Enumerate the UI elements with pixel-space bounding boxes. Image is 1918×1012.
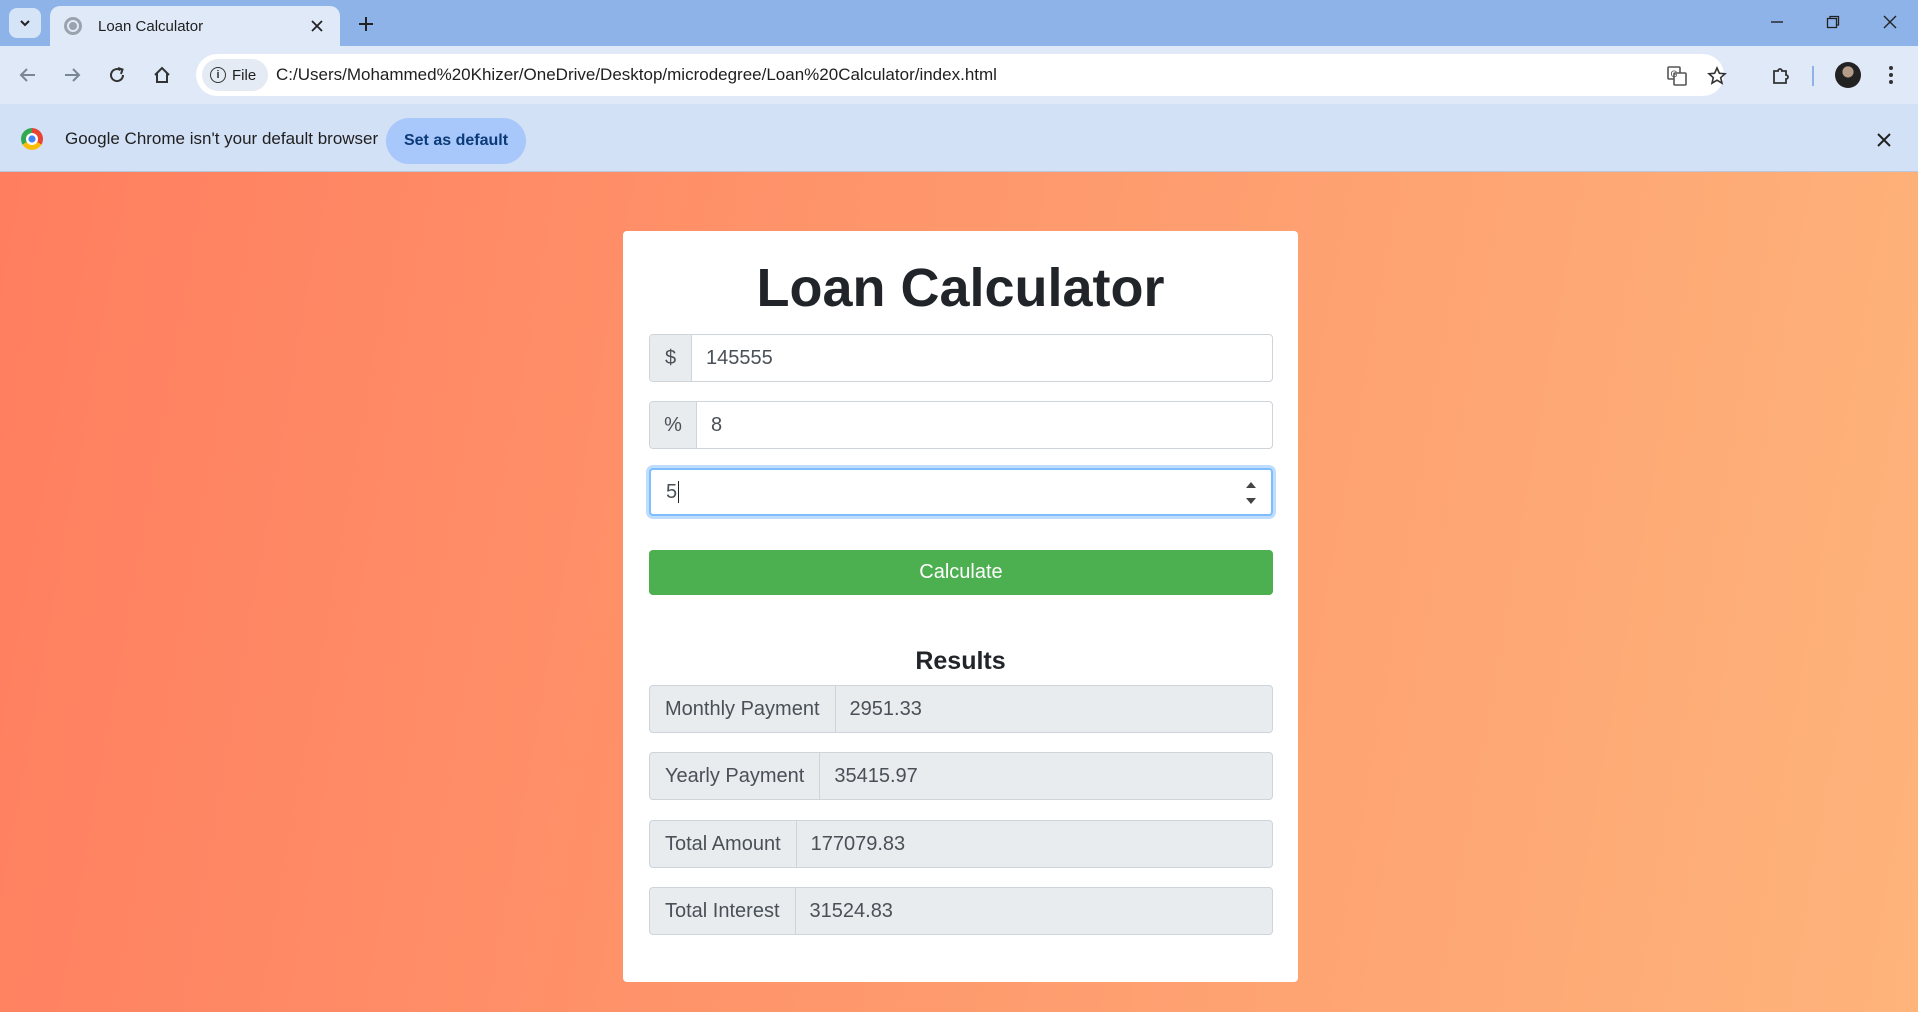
years-value: 5 <box>666 480 678 503</box>
more-vert-icon <box>1889 66 1893 84</box>
tab-search-icon <box>20 20 30 27</box>
tab-search-button[interactable] <box>9 8 41 38</box>
years-group: 5 <box>649 468 1273 516</box>
calculate-button[interactable]: Calculate <box>649 550 1273 595</box>
minimize-icon <box>1771 21 1783 23</box>
reload-icon <box>110 67 125 83</box>
extensions-button[interactable] <box>1766 60 1796 90</box>
set-as-default-button[interactable]: Set as default <box>386 118 526 164</box>
new-tab-button[interactable] <box>352 10 380 38</box>
forward-button[interactable] <box>57 60 87 90</box>
svg-text:G: G <box>1671 69 1678 79</box>
yearly-payment-value: 35415.97 <box>834 764 918 787</box>
spin-up-icon <box>1246 482 1256 488</box>
translate-icon[interactable]: G <box>1664 63 1690 89</box>
site-info-chip[interactable]: i File <box>202 59 269 91</box>
minimize-button[interactable] <box>1754 4 1800 40</box>
page-title: Loan Calculator <box>756 258 1165 318</box>
toolbar-separator <box>1812 66 1814 86</box>
forward-arrow-icon <box>65 68 81 82</box>
tab-title: Loan Calculator <box>98 17 204 35</box>
globe-icon <box>64 17 82 35</box>
total-interest-value: 31524.83 <box>809 899 893 922</box>
extensions-icon <box>1773 68 1789 84</box>
star-icon[interactable] <box>1704 63 1730 89</box>
result-label: Total Amount <box>650 821 797 867</box>
close-window-button[interactable] <box>1867 4 1913 40</box>
tab-close-button[interactable] <box>306 15 328 37</box>
spin-down-icon <box>1246 498 1256 504</box>
chrome-logo-icon <box>21 128 43 150</box>
total-amount-value: 177079.83 <box>810 832 906 855</box>
home-icon <box>154 66 170 83</box>
browser-toolbar: i File C:/Users/Mohammed%20Khizer/OneDri… <box>0 46 1918 104</box>
browser-tab[interactable]: Loan Calculator <box>50 6 340 46</box>
site-chip-label: File <box>232 66 257 84</box>
infobar-close-button[interactable] <box>1872 128 1896 152</box>
url-text[interactable]: C:/Users/Mohammed%20Khizer/OneDrive/Desk… <box>276 65 997 85</box>
percent-prefix: % <box>650 402 697 448</box>
close-icon <box>1883 15 1897 29</box>
result-label: Monthly Payment <box>650 686 836 732</box>
calculator-card: Loan Calculator $ 145555 % 8 5 Calculate… <box>623 231 1298 982</box>
years-input[interactable]: 5 <box>651 470 1271 514</box>
total-interest-row: Total Interest 31524.83 <box>649 887 1273 935</box>
home-button[interactable] <box>147 60 177 90</box>
dollar-prefix: $ <box>650 335 692 381</box>
yearly-payment-row: Yearly Payment 35415.97 <box>649 752 1273 800</box>
default-browser-infobar: Google Chrome isn't your default browser… <box>0 104 1918 172</box>
total-amount-row: Total Amount 177079.83 <box>649 820 1273 868</box>
result-label: Total Interest <box>650 888 796 934</box>
reload-button[interactable] <box>102 60 132 90</box>
loan-amount-input[interactable]: 145555 <box>692 335 1272 381</box>
address-bar[interactable]: i File C:/Users/Mohammed%20Khizer/OneDri… <box>196 54 1727 96</box>
results-heading: Results <box>915 647 1006 675</box>
monthly-payment-value: 2951.33 <box>849 697 922 720</box>
close-icon <box>1877 133 1891 147</box>
monthly-payment-row: Monthly Payment 2951.33 <box>649 685 1273 733</box>
interest-rate-group: % 8 <box>649 401 1273 449</box>
menu-button[interactable] <box>1876 60 1906 90</box>
restore-button[interactable] <box>1810 4 1856 40</box>
back-arrow-icon <box>19 68 35 82</box>
info-icon: i <box>210 67 226 83</box>
profile-avatar[interactable] <box>1835 62 1861 88</box>
interest-rate-input[interactable]: 8 <box>697 402 1272 448</box>
number-spinner[interactable] <box>1243 482 1259 504</box>
text-cursor <box>678 481 680 503</box>
infobar-message: Google Chrome isn't your default browser <box>65 129 379 148</box>
tab-strip: Loan Calculator <box>0 0 1918 46</box>
page-background: Loan Calculator $ 145555 % 8 5 Calculate… <box>0 172 1918 1012</box>
back-button[interactable] <box>13 60 43 90</box>
result-label: Yearly Payment <box>650 753 821 799</box>
loan-amount-group: $ 145555 <box>649 334 1273 382</box>
restore-icon <box>1826 15 1840 29</box>
plus-icon <box>359 17 373 31</box>
close-icon <box>311 20 323 32</box>
